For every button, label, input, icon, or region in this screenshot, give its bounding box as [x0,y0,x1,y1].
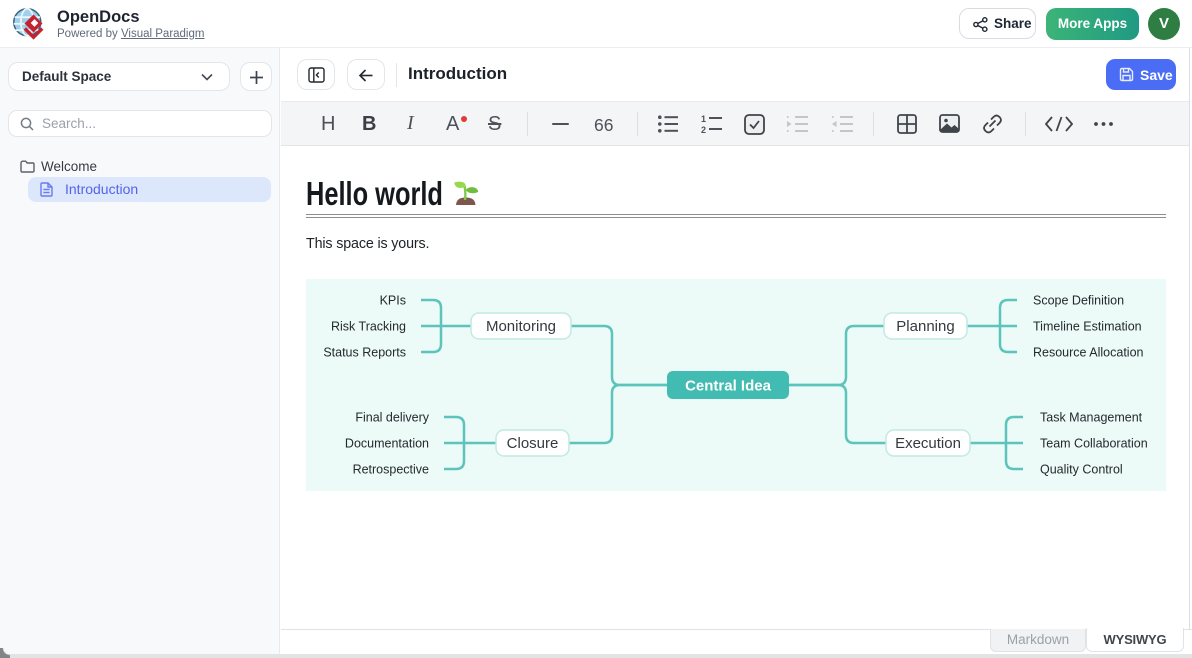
svg-text:Scope Definition: Scope Definition [1033,294,1124,308]
svg-text:KPIs: KPIs [380,294,406,308]
svg-text:Resource Allocation: Resource Allocation [1033,346,1144,360]
svg-text:Execution: Execution [895,435,961,452]
svg-text:2: 2 [701,125,706,134]
svg-text:Planning: Planning [896,318,954,335]
svg-text:Risk Tracking: Risk Tracking [331,320,406,334]
svg-text:Quality Control: Quality Control [1040,463,1123,477]
svg-text:Central Idea: Central Idea [685,378,772,395]
svg-text:Team Collaboration: Team Collaboration [1040,437,1148,451]
svg-text:Documentation: Documentation [345,437,429,451]
svg-text:Closure: Closure [507,435,559,452]
svg-text:Status Reports: Status Reports [323,346,406,360]
svg-text:Task Management: Task Management [1040,411,1143,425]
svg-text:Final delivery: Final delivery [355,411,429,425]
svg-text:Timeline Estimation: Timeline Estimation [1033,320,1142,334]
svg-text:Retrospective: Retrospective [353,463,429,477]
svg-text:1: 1 [701,114,706,124]
svg-text:Monitoring: Monitoring [486,318,556,335]
